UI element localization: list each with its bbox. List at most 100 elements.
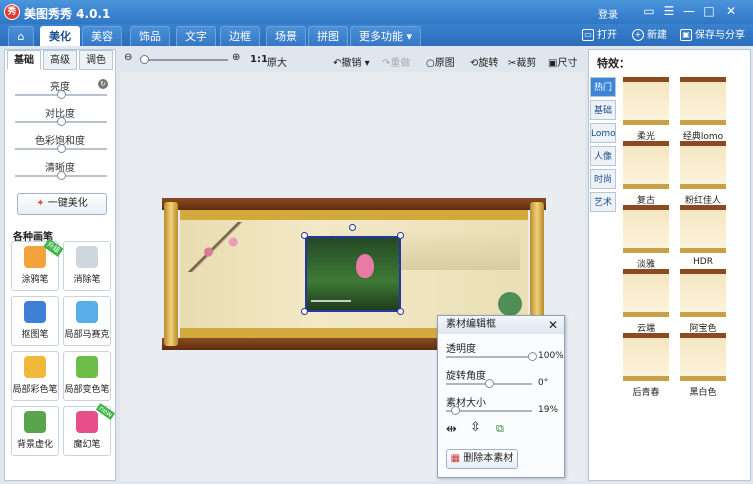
plus-icon: + xyxy=(632,29,644,41)
original-button[interactable]: ○原图 xyxy=(426,54,455,69)
resize-button[interactable]: ▣尺寸 xyxy=(548,54,577,69)
brush-tool-label: 局部变色笔 xyxy=(64,385,110,395)
dialog-slider-value: 100% xyxy=(538,351,564,361)
brush-tool[interactable]: 局部变色笔 xyxy=(63,351,111,401)
app-title: 美图秀秀 4.0.1 xyxy=(24,7,111,21)
zoom-out-icon[interactable]: ⊖ xyxy=(124,52,132,63)
effect-category-tab[interactable]: 热门 xyxy=(590,77,616,97)
brush-tool-icon xyxy=(76,411,98,433)
rotate-handle[interactable] xyxy=(349,224,356,231)
rotate-button[interactable]: ⟲旋转 xyxy=(470,54,498,69)
slider-track[interactable] xyxy=(15,171,107,180)
delete-material-button[interactable]: ▦ 删除本素材 xyxy=(446,449,518,469)
dialog-slider-value: 19% xyxy=(538,405,559,415)
dialog-slider-knob[interactable] xyxy=(450,406,460,415)
effect-category-tab[interactable]: 人像 xyxy=(590,146,616,166)
login-link[interactable]: 登录 xyxy=(598,6,618,21)
slider-track[interactable] xyxy=(15,90,107,99)
dialog-slider-knob[interactable] xyxy=(528,352,537,361)
resize-handle-tr[interactable] xyxy=(397,232,404,239)
effect-thumbnail[interactable] xyxy=(680,141,726,189)
effect-thumbnail[interactable] xyxy=(680,333,726,381)
delete-icon: ▦ xyxy=(450,453,464,464)
minimize-icon[interactable]: — xyxy=(680,4,698,20)
effect-thumbnail[interactable] xyxy=(623,269,669,317)
resize-handle-bl[interactable] xyxy=(301,308,308,315)
brush-tool[interactable]: 抠图笔 xyxy=(11,296,59,346)
brush-tool[interactable]: 魔幻笔 new xyxy=(63,403,116,456)
tab-collage[interactable]: 拼图 xyxy=(308,26,348,46)
effect-thumbnail[interactable] xyxy=(623,77,669,125)
open-button[interactable]: ▭ 打开 xyxy=(582,27,617,45)
dialog-slider-knob[interactable] xyxy=(485,379,494,388)
effect-thumbnail[interactable] xyxy=(623,333,669,381)
effect-category-tab[interactable]: 时尚 xyxy=(590,169,616,189)
resize-handle-br[interactable] xyxy=(397,308,404,315)
slider-knob[interactable] xyxy=(57,144,66,153)
material-photo[interactable] xyxy=(305,236,401,312)
effect-category-tab[interactable]: 基础 xyxy=(590,100,616,120)
tab-frame[interactable]: 边框 xyxy=(220,26,260,46)
copy-icon[interactable]: ⧉ xyxy=(496,422,504,436)
save-share-button[interactable]: ▣ 保存与分享 xyxy=(680,27,745,45)
dialog-slider-track[interactable] xyxy=(446,352,537,361)
brush-tool[interactable]: 局部马赛克 xyxy=(63,296,111,346)
flip-vertical-icon[interactable]: ⇳ xyxy=(470,420,481,435)
brush-tool[interactable]: 局部彩色笔 xyxy=(11,351,59,401)
slider-track[interactable] xyxy=(15,117,107,126)
slider-track[interactable] xyxy=(15,144,107,153)
brush-tool-icon xyxy=(76,301,98,323)
crop-button[interactable]: ✂裁剪 xyxy=(508,54,536,69)
tab-more[interactable]: 更多功能 ▾ xyxy=(350,26,422,46)
slider-knob[interactable] xyxy=(57,90,66,99)
subtab-color[interactable]: 调色 xyxy=(79,50,113,70)
effect-thumbnail[interactable] xyxy=(680,205,726,253)
zoom-knob[interactable] xyxy=(140,55,149,64)
zoom-in-icon[interactable]: ⊕ xyxy=(232,52,240,63)
brush-tool-label: 抠图笔 xyxy=(21,330,49,340)
effect-category-tab[interactable]: 艺术 xyxy=(590,192,616,212)
tab-scene[interactable]: 场景 xyxy=(266,26,306,46)
dialog-slider-track[interactable] xyxy=(446,406,532,415)
tab-text[interactable]: 文字 xyxy=(176,26,216,46)
effect-thumbnail[interactable] xyxy=(680,77,726,125)
effect-category-tab[interactable]: Lomo xyxy=(590,123,616,143)
brush-tool[interactable]: 消除笔 xyxy=(63,241,111,291)
effect-label: 黑白色 xyxy=(689,388,717,398)
brush-tool[interactable]: 涂鸦笔 升级 xyxy=(11,238,64,291)
slider-knob[interactable] xyxy=(57,171,66,180)
dialog-slider-track[interactable] xyxy=(446,379,532,388)
brush-tool[interactable]: 背景虚化 xyxy=(11,406,59,456)
undo-button[interactable]: ↶撤销 ▾ xyxy=(333,54,370,69)
one-key-beautify-button[interactable]: ✦ 一键美化 xyxy=(17,193,107,215)
flip-horizontal-icon[interactable]: ⇹ xyxy=(446,422,457,437)
original-icon: ○ xyxy=(426,58,435,69)
magic-icon: ✦ xyxy=(36,198,48,209)
brush-tool-icon xyxy=(24,246,46,268)
skin-icon[interactable]: ▭ xyxy=(640,4,658,20)
slider-knob[interactable] xyxy=(57,117,66,126)
dialog-close-icon[interactable]: ✕ xyxy=(548,318,558,332)
new-button[interactable]: + 新建 xyxy=(632,27,667,45)
brush-tool-icon xyxy=(76,356,98,378)
menu-icon[interactable]: ☰ xyxy=(660,4,678,20)
resize-handle-tl[interactable] xyxy=(301,232,308,239)
tab-accessory[interactable]: 饰品 xyxy=(130,26,170,46)
redo-button[interactable]: ↷重做 xyxy=(382,54,410,69)
maximize-icon[interactable]: □ xyxy=(700,4,718,20)
subtab-advanced[interactable]: 高级 xyxy=(43,50,77,70)
lotus-bud-art xyxy=(356,254,374,278)
zoom-slider[interactable] xyxy=(140,59,228,61)
effect-thumbnail[interactable] xyxy=(623,205,669,253)
close-icon[interactable]: ✕ xyxy=(722,4,740,20)
effect-thumbnail[interactable] xyxy=(623,141,669,189)
brush-tool-label: 局部彩色笔 xyxy=(12,385,58,395)
actual-size-label[interactable]: 原大 xyxy=(267,54,287,69)
subtab-basic[interactable]: 基础 xyxy=(7,50,41,70)
home-icon[interactable]: ⌂ xyxy=(8,26,34,46)
brush-tool-label: 背景虚化 xyxy=(16,440,53,450)
actual-size-ratio[interactable]: 1:1 xyxy=(250,54,268,65)
tab-face[interactable]: 美容 xyxy=(82,26,122,46)
effect-thumbnail[interactable] xyxy=(680,269,726,317)
tab-beautify[interactable]: 美化 xyxy=(40,26,80,46)
